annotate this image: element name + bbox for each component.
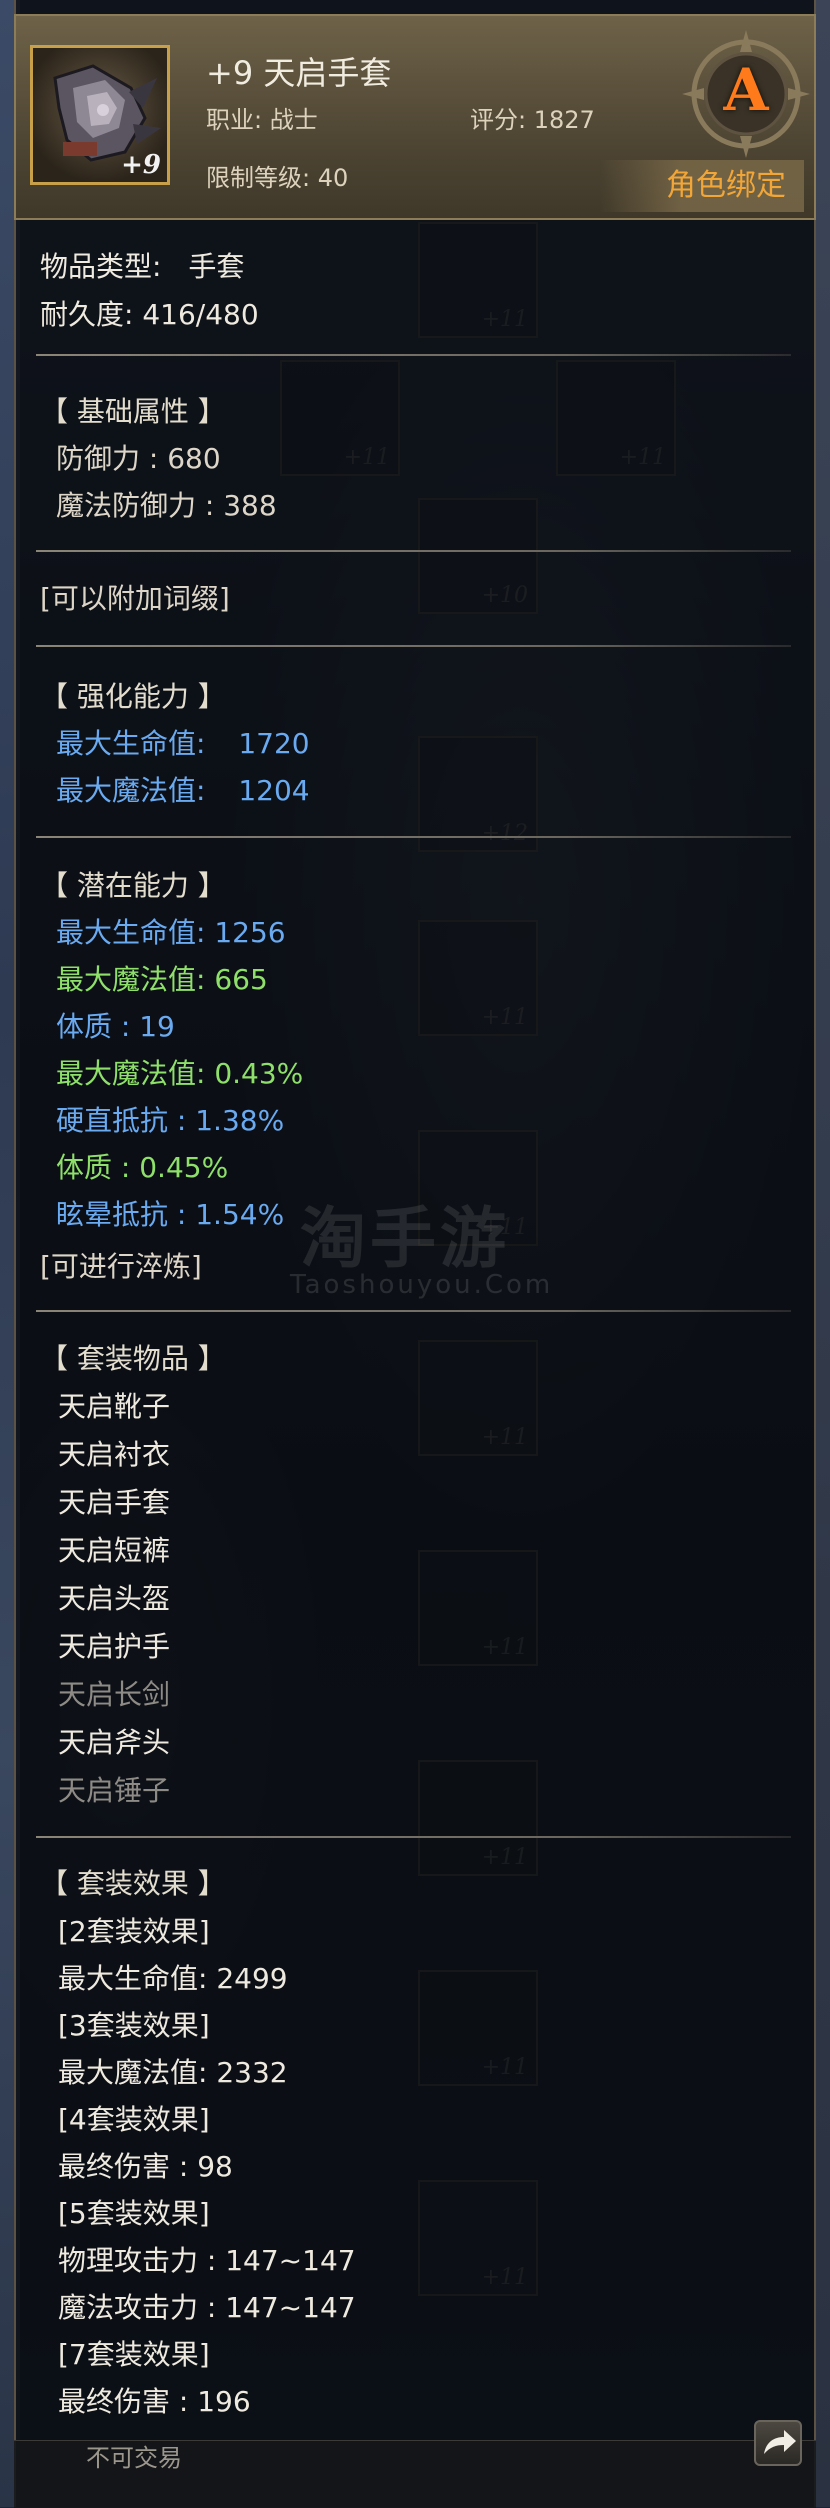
job-requirement: 职业: 战士 (206, 106, 318, 134)
stat-row: 防御力 : 680 (56, 442, 221, 475)
set-effect-tier: [7套装效果] (58, 2338, 210, 2371)
set-effect-tier: [4套装效果] (58, 2103, 210, 2136)
potential-row: 最大魔法值: 0.43% (56, 1057, 304, 1090)
enhance-row: 最大魔法值: 1204 (56, 769, 310, 809)
section-divider (36, 645, 791, 647)
set-effect-stat: 最终伤害 : 98 (58, 2150, 233, 2183)
affix-hint: [可以附加词缀] (40, 582, 230, 615)
item-type-label: 物品类型: (40, 250, 162, 283)
set-effect-stat: 最大生命值: 2499 (58, 1962, 288, 1995)
section-divider (36, 550, 791, 552)
base-stats-title: 【 基础属性 】 (40, 395, 226, 428)
bind-status: 角色绑定 (600, 160, 804, 212)
set-effect-stat: 最大魔法值: 2332 (58, 2056, 288, 2089)
share-arrow-icon (764, 2430, 796, 2454)
watermark-logo: 淘手游 (300, 1200, 510, 1277)
share-button[interactable] (754, 2420, 802, 2466)
set-item-owned: 天启头盔 (58, 1582, 171, 1615)
set-item-owned: 天启靴子 (58, 1390, 171, 1423)
enhance-value: 1720 (238, 727, 310, 760)
refine-hint: [可进行淬炼] (40, 1250, 202, 1283)
potential-row: 最大生命值: 1256 (56, 916, 286, 949)
background-strip-right (816, 0, 830, 2507)
item-type-value: 手套 (188, 250, 245, 283)
set-effects-title: 【 套装效果 】 (40, 1867, 226, 1900)
set-item-missing: 天启锤子 (58, 1774, 171, 1807)
enhance-label: 最大魔法值: (56, 774, 206, 807)
potential-row: 硬直抵抗 : 1.38% (56, 1104, 285, 1137)
set-effect-stat: 物理攻击力 : 147~147 (58, 2244, 356, 2277)
set-item-owned: 天启护手 (58, 1630, 171, 1663)
item-score: 评分: 1827 (470, 106, 595, 134)
watermark-url: Taoshouyou.Com (290, 1270, 554, 1300)
section-divider (36, 836, 791, 838)
section-divider (36, 354, 791, 356)
set-item-owned: 天启短裤 (58, 1534, 171, 1567)
section-divider (36, 1310, 791, 1312)
set-effect-tier: [3套装效果] (58, 2009, 210, 2042)
potential-title: 【 潜在能力 】 (40, 869, 226, 902)
enhance-value: 1204 (238, 774, 310, 807)
potential-row: 眩晕抵抗 : 1.54% (56, 1198, 285, 1231)
durability: 耐久度: 416/480 (40, 298, 259, 331)
set-effect-stat: 最终伤害 : 196 (58, 2385, 251, 2418)
enhance-row: 最大生命值: 1720 (56, 722, 310, 762)
set-item-owned: 天启衬衣 (58, 1438, 171, 1471)
enhance-title: 【 强化能力 】 (40, 680, 226, 713)
item-name: +9 天启手套 (206, 54, 392, 92)
set-items-title: 【 套装物品 】 (40, 1342, 226, 1375)
section-divider (36, 1836, 791, 1838)
set-item-owned: 天启手套 (58, 1486, 171, 1519)
item-enhance-level: +9 (121, 150, 161, 180)
set-item-owned: 天启斧头 (58, 1726, 171, 1759)
potential-row: 体质 : 0.45% (56, 1151, 229, 1184)
grade-emblem: A (680, 28, 812, 160)
set-effect-tier: [2套装效果] (58, 1915, 210, 1948)
potential-row: 最大魔法值: 665 (56, 963, 268, 996)
item-icon-slot: +9 (30, 45, 170, 185)
potential-row: 体质 : 19 (56, 1010, 175, 1043)
stat-row: 魔法防御力 : 388 (56, 489, 277, 522)
trade-restriction: 不可交易 (86, 2444, 182, 2472)
level-requirement: 限制等级: 40 (206, 164, 349, 192)
set-effect-stat: 魔法攻击力 : 147~147 (58, 2291, 356, 2324)
item-grade: A (723, 56, 769, 124)
set-effect-tier: [5套装效果] (58, 2197, 210, 2230)
enhance-label: 最大生命值: (56, 727, 206, 760)
item-type-row: 物品类型: 手套 (40, 245, 244, 285)
set-item-missing: 天启长剑 (58, 1678, 171, 1711)
